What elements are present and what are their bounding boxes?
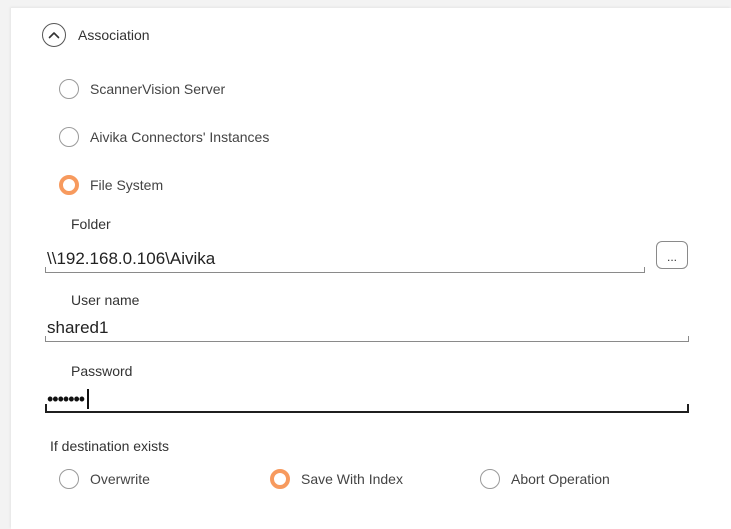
radio-option-abort-operation[interactable]: Abort Operation xyxy=(480,469,610,489)
text-caret xyxy=(87,389,89,409)
radio-label-file-system: File System xyxy=(90,177,164,193)
radio-button-scannervision-server[interactable] xyxy=(59,79,79,99)
association-section-header: Association xyxy=(42,22,150,48)
radio-option-scannervision-server[interactable]: ScannerVision Server xyxy=(59,79,225,99)
username-label: User name xyxy=(71,292,140,308)
section-title: Association xyxy=(78,27,150,43)
radio-label-save-with-index: Save With Index xyxy=(301,471,403,487)
username-field xyxy=(45,312,691,342)
radio-button-abort-operation[interactable] xyxy=(480,469,500,489)
radio-option-save-with-index[interactable]: Save With Index xyxy=(270,469,403,489)
collapse-section-button[interactable] xyxy=(42,23,66,47)
folder-field xyxy=(45,243,647,273)
folder-input[interactable] xyxy=(45,249,647,269)
chevron-up-icon xyxy=(48,32,60,39)
radio-button-aivika-connectors[interactable] xyxy=(59,127,79,147)
radio-button-file-system[interactable] xyxy=(59,175,79,195)
password-input[interactable]: ••••••• xyxy=(47,389,89,409)
password-label: Password xyxy=(71,363,133,379)
radio-label-overwrite: Overwrite xyxy=(90,471,150,487)
radio-button-overwrite[interactable] xyxy=(59,469,79,489)
password-masked-value: ••••••• xyxy=(47,389,85,409)
radio-label-scannervision-server: ScannerVision Server xyxy=(90,81,226,97)
destination-label: If destination exists xyxy=(50,438,170,454)
browse-folder-button[interactable]: ... xyxy=(656,241,688,269)
folder-label: Folder xyxy=(71,216,111,232)
username-input[interactable] xyxy=(45,318,691,338)
radio-button-save-with-index[interactable] xyxy=(270,469,290,489)
radio-option-overwrite[interactable]: Overwrite xyxy=(59,469,150,489)
password-field[interactable]: ••••••• xyxy=(45,383,689,413)
radio-label-abort-operation: Abort Operation xyxy=(511,471,610,487)
radio-option-aivika-connectors[interactable]: Aivika Connectors' Instances xyxy=(59,127,269,147)
radio-label-aivika-connectors: Aivika Connectors' Instances xyxy=(90,129,270,145)
radio-option-file-system[interactable]: File System xyxy=(59,175,163,195)
